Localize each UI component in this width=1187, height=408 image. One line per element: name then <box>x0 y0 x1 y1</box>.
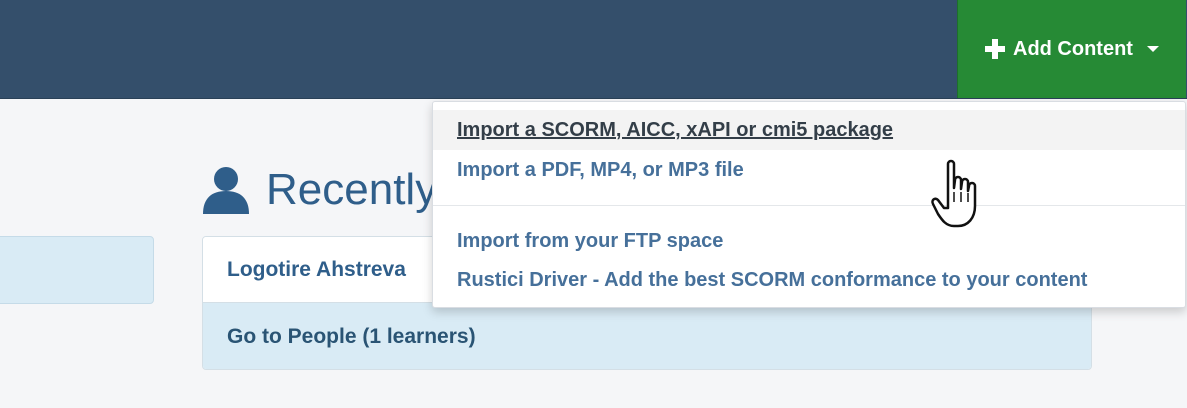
menu-divider <box>433 205 1185 206</box>
add-content-button[interactable]: Add Content <box>957 0 1186 98</box>
menu-item-label: Import from your FTP space <box>457 229 724 252</box>
menu-item-import-scorm[interactable]: Import a SCORM, AICC, xAPI or cmi5 packa… <box>433 110 1185 150</box>
add-content-dropdown-menu: Import a SCORM, AICC, xAPI or cmi5 packa… <box>432 101 1186 308</box>
recently-heading: Recently <box>200 160 437 220</box>
learner-name[interactable]: Logotire Ahstreva <box>227 258 406 282</box>
menu-item-rustici-driver[interactable]: Rustici Driver - Add the best SCORM conf… <box>433 260 1185 300</box>
go-to-people-link[interactable]: Go to People (1 learners) <box>227 325 476 349</box>
caret-down-icon <box>1146 46 1159 52</box>
menu-item-label: Import a PDF, MP4, or MP3 file <box>457 158 744 181</box>
recently-heading-text: Recently <box>266 165 438 214</box>
menu-item-label: Rustici Driver - Add the best SCORM conf… <box>457 268 1088 291</box>
go-to-people-row[interactable]: Go to People (1 learners) <box>203 303 1091 369</box>
menu-item-import-media[interactable]: Import a PDF, MP4, or MP3 file <box>433 150 1185 190</box>
add-content-label: Add Content <box>1013 37 1133 60</box>
menu-item-import-ftp[interactable]: Import from your FTP space <box>433 221 1185 261</box>
left-panel-card <box>0 236 154 304</box>
top-navigation-bar: Add Content <box>0 0 1187 99</box>
menu-item-label: Import a SCORM, AICC, xAPI or cmi5 packa… <box>457 118 894 141</box>
user-icon <box>203 167 249 214</box>
plus-icon <box>985 39 1005 59</box>
